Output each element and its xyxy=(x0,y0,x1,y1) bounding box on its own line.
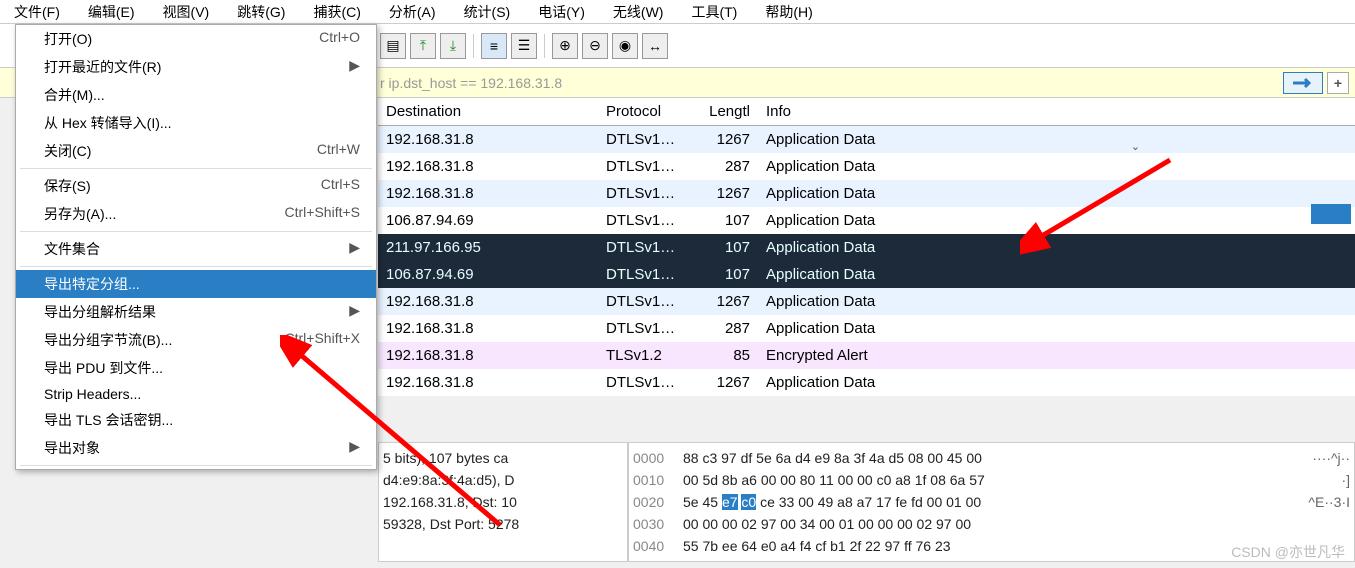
menu-help[interactable]: 帮助(H) xyxy=(751,0,826,23)
menu-item-export-tls[interactable]: 导出 TLS 会话密钥... xyxy=(16,406,376,434)
packet-row[interactable]: 211.97.166.95DTLSv1…107Application Data xyxy=(378,234,1355,261)
packet-list-header: Destination Protocol Lengtl Info xyxy=(378,98,1355,126)
col-protocol[interactable]: Protocol xyxy=(598,99,688,124)
menu-edit[interactable]: 编辑(E) xyxy=(74,0,149,23)
colorize-icon[interactable]: ☰ xyxy=(511,33,537,59)
packet-row[interactable]: 106.87.94.69DTLSv1…107Application Data xyxy=(378,207,1355,234)
packet-row[interactable]: 106.87.94.69DTLSv1…107Application Data xyxy=(378,261,1355,288)
autoscroll-icon[interactable]: ≡ xyxy=(481,33,507,59)
menu-capture[interactable]: 捕获(C) xyxy=(299,0,374,23)
menu-item-merge[interactable]: 合并(M)... xyxy=(16,81,376,109)
menubar: 文件(F) 编辑(E) 视图(V) 跳转(G) 捕获(C) 分析(A) 统计(S… xyxy=(0,0,1355,24)
menu-stats[interactable]: 统计(S) xyxy=(450,0,525,23)
menu-item-file-set[interactable]: 文件集合▶ xyxy=(16,235,376,263)
menu-tel[interactable]: 电话(Y) xyxy=(524,0,599,23)
go-last-icon[interactable]: ⤓ xyxy=(440,33,466,59)
packet-row[interactable]: 192.168.31.8DTLSv1…1267Application Data xyxy=(378,126,1355,153)
menu-item-export-bytes[interactable]: 导出分组字节流(B)...Ctrl+Shift+X xyxy=(16,326,376,354)
menu-file[interactable]: 文件(F) xyxy=(0,0,74,23)
bottom-panes: 5 bits), 107 bytes ca d4:e9:8a:3f:4a:d5)… xyxy=(378,442,1355,562)
zoom-reset-icon[interactable]: ◉ xyxy=(612,33,638,59)
menu-wireless[interactable]: 无线(W) xyxy=(599,0,678,23)
toolbar-btn1[interactable]: ▤ xyxy=(380,33,406,59)
go-first-icon[interactable]: ⤒ xyxy=(410,33,436,59)
packet-details-pane[interactable]: 5 bits), 107 bytes ca d4:e9:8a:3f:4a:d5)… xyxy=(378,442,628,562)
sort-indicator-icon: ⌄ xyxy=(1131,140,1140,153)
col-length[interactable]: Lengtl xyxy=(688,99,758,124)
watermark: CSDN @亦世凡华 xyxy=(1231,542,1345,562)
packet-row[interactable]: 192.168.31.8TLSv1.285Encrypted Alert xyxy=(378,342,1355,369)
filter-apply-icon[interactable] xyxy=(1283,72,1323,94)
menu-view[interactable]: 视图(V) xyxy=(149,0,224,23)
menu-item-open-recent[interactable]: 打开最近的文件(R)▶ xyxy=(16,53,376,81)
menu-item-save-as[interactable]: 另存为(A)...Ctrl+Shift+S xyxy=(16,200,376,228)
menu-item-close[interactable]: 关闭(C)Ctrl+W xyxy=(16,137,376,165)
packet-row[interactable]: 192.168.31.8DTLSv1…287Application Data xyxy=(378,153,1355,180)
packet-row[interactable]: 192.168.31.8DTLSv1…1267Application Data xyxy=(378,369,1355,396)
menu-tools[interactable]: 工具(T) xyxy=(677,0,751,23)
file-menu-dropdown: 打开(O)Ctrl+O 打开最近的文件(R)▶ 合并(M)... 从 Hex 转… xyxy=(15,24,377,470)
zoom-out-icon[interactable]: ⊖ xyxy=(582,33,608,59)
col-destination[interactable]: Destination xyxy=(378,99,598,124)
packet-row[interactable]: 192.168.31.8DTLSv1…1267Application Data xyxy=(378,288,1355,315)
packet-row[interactable]: 192.168.31.8DTLSv1…1267Application Data xyxy=(378,180,1355,207)
menu-item-export-specified[interactable]: 导出特定分组... xyxy=(16,270,376,298)
packet-list: Destination Protocol Lengtl Info 192.168… xyxy=(378,98,1355,396)
scroll-marker xyxy=(1311,204,1351,224)
menu-item-strip-headers[interactable]: Strip Headers... xyxy=(16,382,376,406)
zoom-in-icon[interactable]: ⊕ xyxy=(552,33,578,59)
packet-row[interactable]: 192.168.31.8DTLSv1…287Application Data xyxy=(378,315,1355,342)
menu-item-hex-import[interactable]: 从 Hex 转储导入(I)... xyxy=(16,109,376,137)
col-info[interactable]: Info xyxy=(758,99,1355,124)
menu-analyze[interactable]: 分析(A) xyxy=(375,0,450,23)
menu-go[interactable]: 跳转(G) xyxy=(223,0,299,23)
menu-item-export-objects[interactable]: 导出对象▶ xyxy=(16,434,376,462)
menu-item-open[interactable]: 打开(O)Ctrl+O xyxy=(16,25,376,53)
menu-item-save[interactable]: 保存(S)Ctrl+S xyxy=(16,172,376,200)
menu-item-export-dissections[interactable]: 导出分组解析结果▶ xyxy=(16,298,376,326)
add-filter-button[interactable]: + xyxy=(1327,72,1349,94)
menu-item-export-pdu[interactable]: 导出 PDU 到文件... xyxy=(16,354,376,382)
resize-cols-icon[interactable]: ↔ xyxy=(642,33,668,59)
display-filter-input[interactable] xyxy=(380,75,1180,91)
